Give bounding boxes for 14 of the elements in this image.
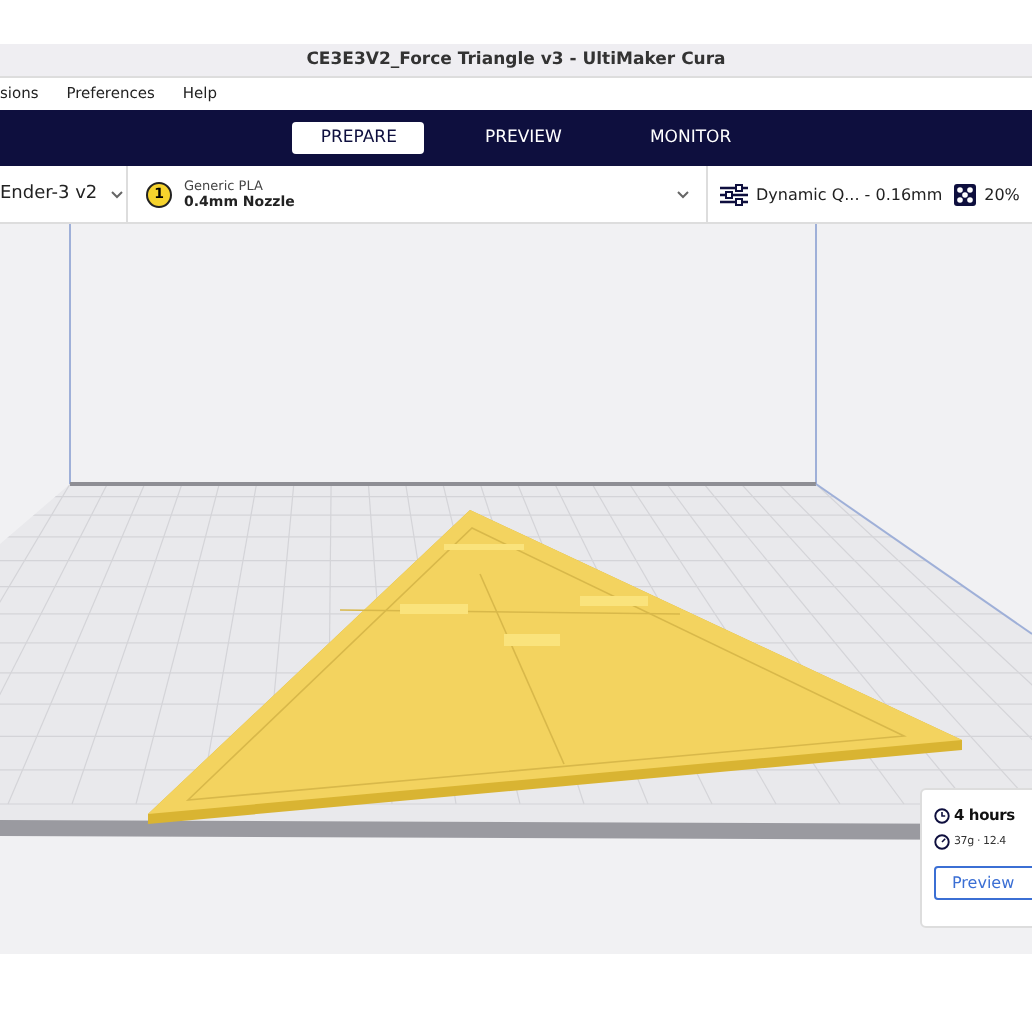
- profile-label[interactable]: Dynamic Q... - 0.16mm: [756, 185, 943, 203]
- preview-button[interactable]: Preview: [934, 866, 1032, 900]
- clock-icon: [934, 807, 950, 823]
- printer-selector[interactable]: Ender-3 v2: [0, 184, 124, 204]
- stage-tab[interactable]: MONITOR: [621, 122, 760, 154]
- infill-icon: [954, 183, 977, 205]
- chevron-icon: [109, 189, 124, 199]
- chevron-icon: [676, 189, 690, 199]
- sliders-icon: [720, 183, 748, 205]
- gauge-icon: [934, 834, 950, 850]
- infill-label: 20%: [984, 185, 1020, 203]
- stage-tab[interactable]: PREPARE: [292, 122, 425, 154]
- stage-tab[interactable]: PREVIEW: [456, 122, 590, 154]
- window-title: CE3E3V2_Force Triangle v3 - UltiMaker Cura: [306, 50, 726, 70]
